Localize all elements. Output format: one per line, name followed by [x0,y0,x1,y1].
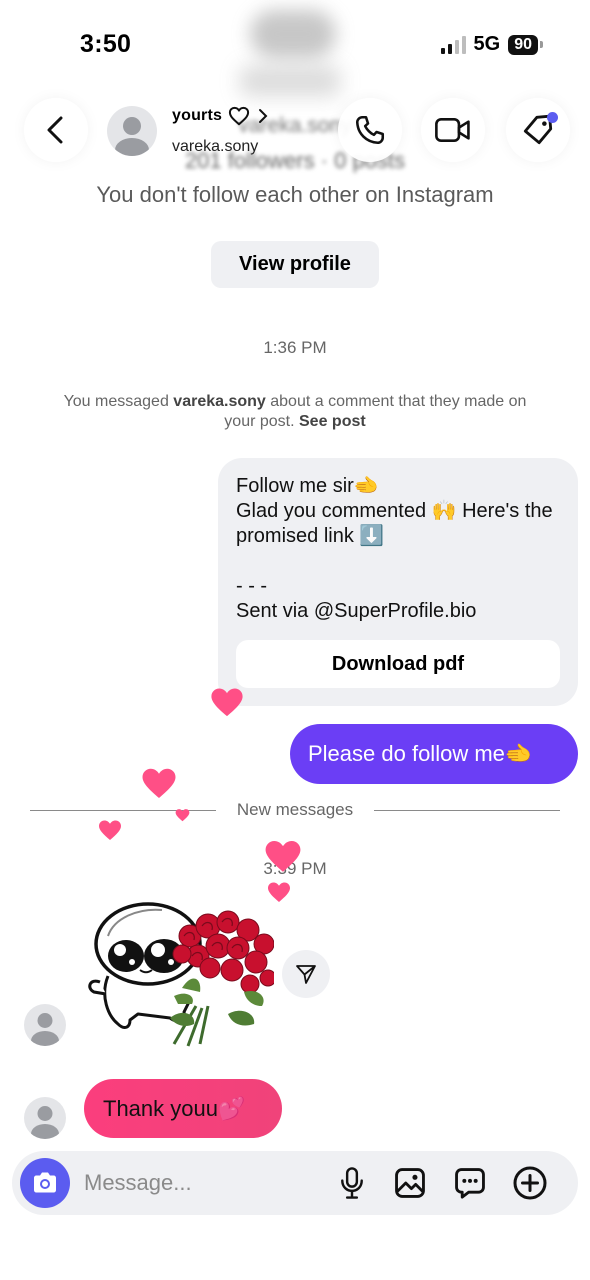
floating-heart-icon [265,840,301,872]
header-username[interactable]: vareka.sony [172,138,258,156]
heart-outline-icon [229,106,250,126]
image-icon [395,1168,425,1198]
incoming-message-bubble[interactable]: Thank youu💕 [84,1079,282,1138]
paper-plane-icon [296,965,316,984]
avatar[interactable] [24,1097,66,1139]
message-input[interactable] [84,1163,314,1203]
outgoing-card-text: Follow me sir🫲 Glad you commented 🙌 Here… [236,475,553,622]
system-note: You messaged vareka.sony about a comment… [60,392,530,432]
profile-card-blurred: vareka.sony 201 followers · 0 posts You … [0,0,590,230]
floating-heart-icon [142,768,176,798]
floating-heart-icon [268,882,290,902]
phone-icon [355,115,385,145]
header-name-row[interactable]: yourts [172,106,270,126]
message-timestamp: 1:36 PM [263,338,327,357]
system-note-text: about a comment that they made on your p… [224,393,527,430]
new-messages-divider: New messages [236,800,354,819]
sticker-alien-roses[interactable] [78,896,274,1048]
notification-dot [547,112,558,123]
forward-sticker-button[interactable] [282,950,330,998]
chevron-right-icon [259,109,268,123]
video-call-button[interactable] [421,98,485,162]
outgoing-message-bubble[interactable]: Please do follow me🫲 [290,724,578,784]
camera-icon [34,1172,56,1193]
voice-message-button[interactable] [334,1165,370,1201]
floating-heart-icon [175,809,190,822]
chevron-left-icon [47,116,63,144]
label-button[interactable] [506,98,570,162]
floating-heart-icon [99,820,121,840]
header-avatar[interactable] [107,106,157,156]
system-note-user[interactable]: vareka.sony [173,393,266,410]
camera-button[interactable] [20,1158,70,1208]
header-display-name: yourts [172,107,223,124]
divider-line [374,810,560,811]
more-options-button[interactable] [512,1165,548,1201]
profile-username: vareka.sony [238,114,352,137]
video-camera-icon [435,118,470,142]
profile-name-blurred [240,66,340,96]
floating-heart-icon [211,688,243,717]
profile-avatar-blurred [250,10,336,58]
microphone-icon [341,1167,363,1199]
profile-stats: 201 followers · 0 posts [184,148,406,173]
download-pdf-button[interactable]: Download pdf [236,640,560,688]
outgoing-message-card[interactable]: Follow me sir🫲 Glad you commented 🙌 Here… [218,458,578,706]
message-composer [12,1151,578,1215]
system-note-text: You messaged [63,393,174,410]
sticker-button[interactable] [452,1165,488,1201]
sticker-icon [455,1168,485,1199]
see-post-link[interactable]: See post [299,413,366,430]
gallery-button[interactable] [392,1165,428,1201]
audio-call-button[interactable] [338,98,402,162]
back-button[interactable] [24,98,88,162]
view-profile-button[interactable]: View profile [211,241,379,288]
follow-status-note: You don't follow each other on Instagram [96,182,494,207]
avatar[interactable] [24,1004,66,1046]
plus-circle-icon [513,1166,547,1200]
